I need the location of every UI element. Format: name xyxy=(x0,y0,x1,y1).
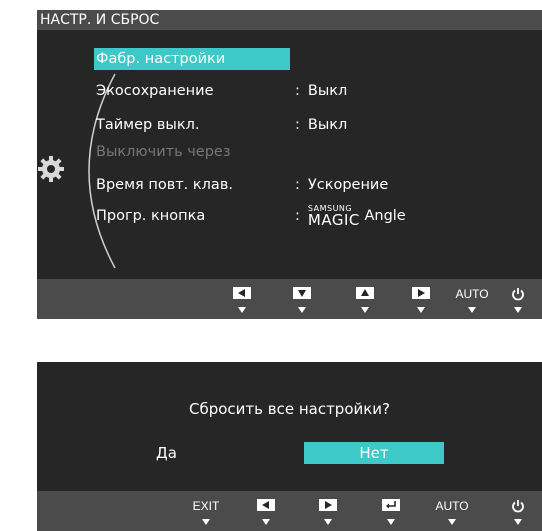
auto-button[interactable]: AUTO xyxy=(455,279,489,319)
auto-label: AUTO xyxy=(435,499,469,513)
chevron-down-icon xyxy=(387,519,395,525)
chevron-down-icon xyxy=(298,307,306,313)
reset-confirm-dialog: Сбросить все настройки? Да Нет EXIT AUTO xyxy=(37,362,542,531)
menu-item-turn-off-after: Выключить через xyxy=(96,141,231,163)
colon-separator: : xyxy=(295,208,300,224)
exit-label: EXIT xyxy=(192,499,220,513)
samsung-magic-logo: SAMSUNG MAGIC xyxy=(307,204,360,229)
menu-value-text: Angle xyxy=(364,208,406,224)
menu-value-text: Выкл xyxy=(307,117,348,133)
chevron-down-icon xyxy=(361,307,369,313)
menu-title: НАСТР. И СБРОС xyxy=(40,12,160,28)
yes-option[interactable]: Да xyxy=(156,442,177,464)
menu-item-label: Таймер выкл. xyxy=(96,117,200,133)
enter-button[interactable] xyxy=(376,491,406,531)
right-arrow-icon xyxy=(319,499,337,511)
colon-separator: : xyxy=(295,83,300,99)
up-button[interactable] xyxy=(350,279,380,319)
chevron-down-icon xyxy=(238,307,246,313)
left-arrow-icon xyxy=(233,287,251,299)
osd-menu-panel: НАСТР. И СБРОС Фабр. настройки Экосохран… xyxy=(37,10,542,319)
auto-label: AUTO xyxy=(455,287,489,301)
right-arrow-icon xyxy=(412,287,430,299)
down-arrow-icon xyxy=(293,287,311,299)
power-button[interactable] xyxy=(503,279,533,319)
chevron-down-icon xyxy=(514,307,522,313)
menu-item-key-repeat-time[interactable]: Время повт. клав. xyxy=(96,174,233,196)
chevron-down-icon xyxy=(262,519,270,525)
up-arrow-icon xyxy=(356,287,374,299)
menu-item-factory-reset[interactable]: Фабр. настройки xyxy=(94,48,290,70)
power-button[interactable] xyxy=(503,491,533,531)
down-button[interactable] xyxy=(287,279,317,319)
chevron-down-icon xyxy=(324,519,332,525)
menu-item-off-timer[interactable]: Таймер выкл. xyxy=(96,114,199,136)
menu-title-bar: НАСТР. И СБРОС xyxy=(37,10,542,30)
menu-item-label: Экосохранение xyxy=(96,83,214,99)
menu-value-key-repeat-time: : Ускорение xyxy=(295,174,388,196)
menu-item-label: Фабр. настройки xyxy=(96,51,226,67)
dialog-question: Сбросить все настройки? xyxy=(188,400,391,418)
button-guide-bar: EXIT AUTO xyxy=(37,491,542,531)
menu-value-custom-key: : SAMSUNG MAGIC Angle xyxy=(295,201,406,231)
menu-item-custom-key[interactable]: Прогр. кнопка xyxy=(96,205,205,227)
menu-item-label: Время повт. клав. xyxy=(96,177,233,193)
menu-item-label: Выключить через xyxy=(96,144,231,160)
right-button[interactable] xyxy=(406,279,436,319)
menu-item-label: Прогр. кнопка xyxy=(96,208,206,224)
chevron-down-icon xyxy=(417,307,425,313)
enter-icon xyxy=(382,499,400,511)
power-icon xyxy=(503,287,533,304)
menu-value-text: Выкл xyxy=(307,83,348,99)
menu-value-eco-saving: : Выкл xyxy=(295,80,347,102)
menu-item-eco-saving[interactable]: Экосохранение xyxy=(96,80,214,102)
gear-icon xyxy=(38,156,64,182)
power-icon xyxy=(503,499,533,516)
no-option[interactable]: Нет xyxy=(304,442,444,464)
left-arrow-icon xyxy=(257,499,275,511)
chevron-down-icon xyxy=(202,519,210,525)
exit-button[interactable]: EXIT xyxy=(189,491,223,531)
menu-value-text: Ускорение xyxy=(307,177,389,193)
colon-separator: : xyxy=(295,117,300,133)
left-button[interactable] xyxy=(251,491,281,531)
chevron-down-icon xyxy=(514,519,522,525)
right-button[interactable] xyxy=(313,491,343,531)
auto-button[interactable]: AUTO xyxy=(435,491,469,531)
left-button[interactable] xyxy=(227,279,257,319)
colon-separator: : xyxy=(295,177,300,193)
button-guide-bar: AUTO xyxy=(37,279,542,319)
menu-value-off-timer: : Выкл xyxy=(295,114,347,136)
chevron-down-icon xyxy=(448,519,456,525)
chevron-down-icon xyxy=(468,307,476,313)
